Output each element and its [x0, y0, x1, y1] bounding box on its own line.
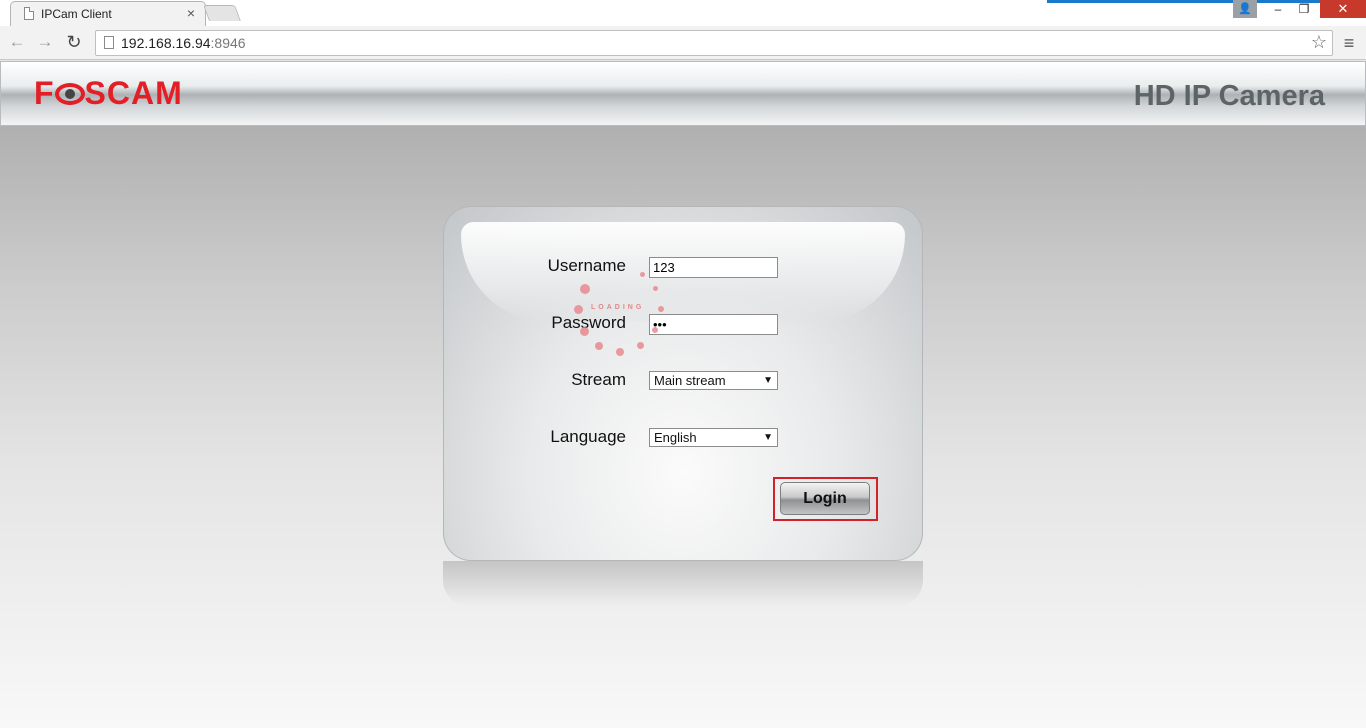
- url-port: :8946: [210, 35, 246, 51]
- logo-letters: SCAM: [84, 75, 183, 111]
- stream-select[interactable]: Main stream ▼: [649, 371, 778, 390]
- browser-tab[interactable]: IPCam Client ×: [10, 1, 206, 26]
- browser-menu-icon[interactable]: ≡: [1340, 33, 1358, 53]
- stream-row: Stream Main stream ▼: [443, 369, 923, 393]
- foscam-logo: F SCAM: [34, 75, 183, 111]
- stream-label: Stream: [571, 370, 626, 389]
- spinner-dot: [653, 286, 658, 291]
- new-tab-button[interactable]: [203, 5, 241, 21]
- language-label: Language: [550, 427, 626, 446]
- tab-title: IPCam Client: [41, 7, 112, 21]
- password-row: Password: [443, 312, 923, 336]
- url-host: 192.168.16.94: [121, 35, 211, 51]
- page-title: HD IP Camera: [1133, 80, 1325, 112]
- dropdown-arrow-icon: ▼: [763, 432, 773, 443]
- browser-tabstrip: IPCam Client × 👤 – ❐ ✕: [0, 0, 1366, 26]
- minimize-button[interactable]: –: [1265, 0, 1291, 18]
- language-selected-value: English: [654, 430, 697, 445]
- spinner-dot: [616, 348, 624, 356]
- spinner-dot: [595, 342, 603, 350]
- forward-icon[interactable]: →: [35, 32, 55, 52]
- loading-text: LOADING: [591, 304, 645, 311]
- spinner-dot: [640, 272, 645, 277]
- spinner-dot: [652, 327, 658, 333]
- panel-reflection: [443, 561, 923, 606]
- page-body: F SCAM HD IP Camera Username Password Str…: [0, 61, 1366, 728]
- reload-icon[interactable]: ↻: [64, 32, 84, 52]
- spinner-dot: [637, 342, 644, 349]
- password-input[interactable]: [649, 314, 778, 335]
- restore-button[interactable]: ❐: [1291, 0, 1317, 18]
- page-header: F SCAM HD IP Camera: [0, 61, 1366, 126]
- login-button[interactable]: Login: [780, 482, 870, 515]
- spinner-dot: [574, 305, 583, 314]
- address-bar[interactable]: 192.168.16.94:8946 ☆: [95, 30, 1333, 56]
- logo-letter-f: F: [34, 75, 55, 111]
- spinner-dot: [658, 306, 664, 312]
- loading-spinner-icon: LOADING: [571, 268, 667, 364]
- browser-toolbar: ← → ↻ 192.168.16.94:8946 ☆ ≡: [0, 26, 1366, 60]
- username-input[interactable]: [649, 257, 778, 278]
- username-row: Username: [443, 255, 923, 279]
- login-panel: Username Password Stream Main stream ▼ L…: [443, 206, 923, 561]
- camera-lens-icon: [54, 83, 85, 105]
- page-icon: [24, 7, 34, 20]
- spinner-dot: [580, 327, 589, 336]
- language-row: Language English ▼: [443, 426, 923, 450]
- spinner-dot: [580, 284, 590, 294]
- stream-selected-value: Main stream: [654, 373, 726, 388]
- url-text[interactable]: 192.168.16.94:8946: [121, 35, 246, 51]
- dropdown-arrow-icon: ▼: [763, 375, 773, 386]
- close-tab-icon[interactable]: ×: [187, 5, 195, 21]
- bookmark-star-icon[interactable]: ☆: [1311, 32, 1327, 53]
- language-select[interactable]: English ▼: [649, 428, 778, 447]
- user-icon[interactable]: 👤: [1233, 0, 1257, 18]
- back-icon[interactable]: ←: [7, 32, 27, 52]
- close-window-button[interactable]: ✕: [1320, 0, 1366, 18]
- page-icon: [104, 36, 114, 49]
